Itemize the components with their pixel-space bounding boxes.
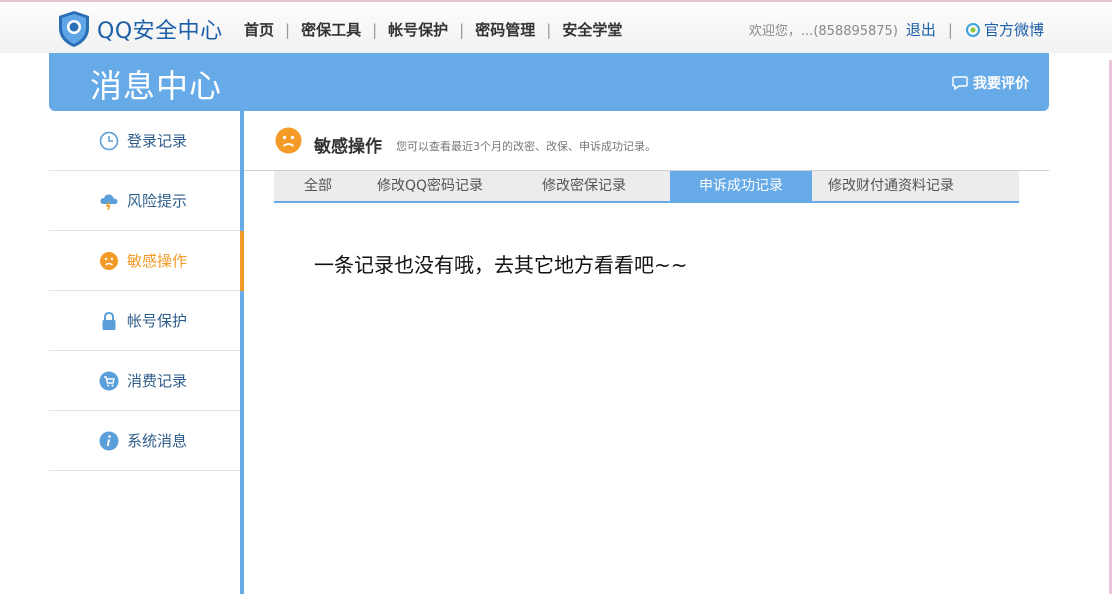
main-content: 敏感操作 您可以查看最近3个月的改密、改保、申诉成功记录。 全部 修改QQ密码记… (244, 111, 1049, 594)
sidebar-item-login-records[interactable]: 登录记录 (49, 111, 240, 171)
weibo-label: 官方微博 (983, 21, 1044, 39)
tab-appeal-success[interactable]: 申诉成功记录 (670, 171, 812, 201)
nav-separator: | (459, 20, 465, 39)
nav-item-password-management[interactable]: 密码管理 (475, 19, 535, 40)
sidebar-item-account-protection[interactable]: 帐号保护 (49, 291, 240, 351)
sidebar-item-risk-alerts[interactable]: 风险提示 (49, 171, 240, 231)
tab-all[interactable]: 全部 (274, 171, 362, 201)
face-icon (275, 127, 302, 154)
cart-icon (99, 371, 119, 391)
clock-icon (99, 131, 119, 151)
main-nav: 首页 | 密保工具 | 帐号保护 | 密码管理 | 安全学堂 (244, 19, 622, 40)
section-description: 您可以查看最近3个月的改密、改保、申诉成功记录。 (396, 140, 656, 153)
section-title: 敏感操作 (314, 137, 382, 157)
top-header: QQ安全中心 首页 | 密保工具 | 帐号保护 | 密码管理 | 安全学堂 欢迎… (0, 0, 1112, 53)
weibo-link[interactable]: 官方微博 (965, 19, 1044, 40)
sidebar-item-label: 敏感操作 (127, 252, 188, 270)
page-banner: 消息中心 我要评价 (49, 53, 1049, 111)
logo[interactable]: QQ安全中心 (57, 10, 223, 48)
sidebar-item-label: 系统消息 (127, 432, 188, 450)
nav-separator: | (372, 20, 378, 39)
logo-text: QQ安全中心 (97, 19, 223, 44)
lock-icon (99, 311, 119, 331)
nav-item-security-school[interactable]: 安全学堂 (562, 19, 622, 40)
shield-logo-icon (59, 11, 89, 47)
sidebar: 登录记录 风险提示 敏感操作 帐号保护 消费记录 系统消息 (49, 111, 244, 594)
nav-item-security-tools[interactable]: 密保工具 (301, 19, 361, 40)
page-title: 消息中心 (90, 67, 223, 105)
nav-item-account-protection[interactable]: 帐号保护 (388, 19, 448, 40)
rate-label: 我要评价 (973, 76, 1029, 92)
record-tabs: 全部 修改QQ密码记录 修改密保记录 申诉成功记录 修改财付通资料记录 (274, 171, 1019, 203)
sidebar-item-sensitive-ops[interactable]: 敏感操作 (49, 231, 244, 291)
weibo-icon (965, 22, 980, 37)
user-separator: | (947, 20, 953, 39)
rate-button[interactable]: 我要评价 (952, 73, 1029, 93)
section-header: 敏感操作 您可以查看最近3个月的改密、改保、申诉成功记录。 (244, 111, 1049, 171)
sidebar-item-label: 风险提示 (127, 192, 188, 210)
sidebar-item-consumption-records[interactable]: 消费记录 (49, 351, 240, 411)
welcome-text: 欢迎您，...(858895875) (748, 24, 898, 39)
storm-cloud-icon (99, 191, 119, 211)
nav-separator: | (546, 20, 552, 39)
sidebar-item-system-messages[interactable]: 系统消息 (49, 411, 240, 471)
sidebar-item-label: 消费记录 (127, 372, 188, 390)
logout-link[interactable]: 退出 (906, 19, 936, 40)
tab-qq-password[interactable]: 修改QQ密码记录 (362, 171, 498, 201)
empty-state-message: 一条记录也没有哦，去其它地方看看吧~~ (314, 253, 688, 277)
face-icon (99, 251, 119, 271)
tab-security-change[interactable]: 修改密保记录 (498, 171, 670, 201)
nav-separator: | (285, 20, 291, 39)
sidebar-item-label: 登录记录 (127, 132, 188, 150)
sidebar-item-label: 帐号保护 (127, 312, 188, 330)
comment-icon (952, 76, 968, 90)
info-icon (99, 431, 119, 451)
user-bar: 欢迎您，...(858895875) 退出 | 官方微博 (749, 19, 1044, 40)
nav-item-home[interactable]: 首页 (244, 19, 274, 40)
tab-tenpay-info[interactable]: 修改财付通资料记录 (812, 171, 970, 201)
